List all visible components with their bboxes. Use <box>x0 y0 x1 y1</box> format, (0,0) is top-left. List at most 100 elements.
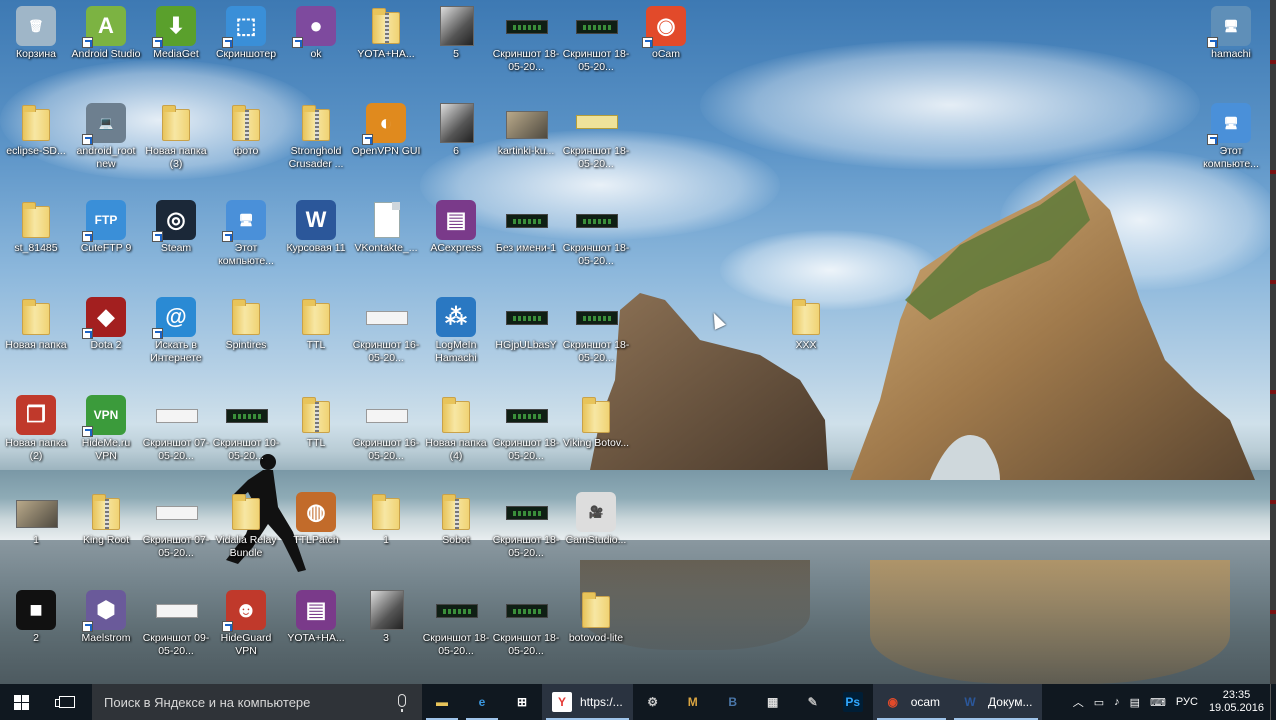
taskbar-app-edge[interactable]: e <box>462 684 502 720</box>
desktop-icon[interactable]: YOTA+HA... <box>350 6 422 61</box>
taskbar-app-word[interactable]: W Докум... <box>950 684 1043 720</box>
desktop-icon[interactable]: 🖥 Этот компьюте... <box>210 200 282 268</box>
desktop-icon[interactable]: Скриншот 18-05-20... <box>560 103 632 171</box>
zip-folder-icon <box>296 103 336 143</box>
volume-icon[interactable]: ♪ <box>1109 696 1125 708</box>
desktop-icon[interactable]: ▤ ACexpress <box>420 200 492 255</box>
desktop-icon[interactable]: 5 <box>420 6 492 61</box>
search-box[interactable]: Поиск в Яндексе и на компьютере <box>92 684 422 720</box>
desktop-icon[interactable]: TTL <box>280 395 352 450</box>
desktop-icon[interactable]: Скриншот 18-05-20... <box>490 6 562 74</box>
desktop-icon[interactable]: VKontakte_... <box>350 200 422 255</box>
desktop-icon[interactable]: Sobot <box>420 492 492 547</box>
desktop-icon[interactable]: ⬚ Скриншотер <box>210 6 282 61</box>
desktop-icon[interactable]: ■ 2 <box>0 590 72 645</box>
desktop-icon[interactable]: 3 <box>350 590 422 645</box>
desktop-icon[interactable]: ❐ Новая папка (2) <box>0 395 72 463</box>
desktop-icon[interactable]: ◆ Dota 2 <box>70 297 142 352</box>
desktop-icon[interactable]: Скриншот 18-05-20... <box>560 297 632 365</box>
taskbar-app-app-misc[interactable]: ✎ <box>793 684 833 720</box>
taskbar-app-photoshop[interactable]: Ps <box>833 684 873 720</box>
desktop-icon[interactable]: ⬢ Maelstrom <box>70 590 142 645</box>
taskbar-app-ocam[interactable]: ◉ ocam <box>872 684 951 720</box>
desktop-icon[interactable]: HGjpULbasY <box>490 297 562 352</box>
taskbar-app-app-gear[interactable]: ⚙ <box>633 684 673 720</box>
desktop-icon[interactable]: Скриншот 18-05-20... <box>490 395 562 463</box>
desktop-icon[interactable]: Скриншот 07-05-20... <box>140 492 212 560</box>
desktop-icon[interactable]: ◐ OpenVPN GUI <box>350 103 422 158</box>
desktop-icon[interactable]: TTL <box>280 297 352 352</box>
desktop-icon[interactable]: Скриншот 09-05-20... <box>140 590 212 658</box>
desktop-icon[interactable]: 🎥 CamStudio... <box>560 492 632 547</box>
desktop-icon-label: Скриншот 18-05-20... <box>492 48 560 73</box>
show-desktop-button[interactable] <box>1270 684 1276 720</box>
desktop-icon[interactable]: A Android Studio <box>70 6 142 61</box>
desktop-icon[interactable]: Скриншот 18-05-20... <box>560 200 632 268</box>
desktop-icon[interactable]: ◍ TTLPatch <box>280 492 352 547</box>
desktop-icon[interactable]: 🖥 hamachi <box>1195 6 1267 61</box>
desktop-icon[interactable]: st_81485 <box>0 200 72 255</box>
taskbar-app-file-explorer[interactable]: ▬ <box>422 684 462 720</box>
desktop-icon[interactable]: XXX <box>770 297 842 352</box>
taskbar-app-calculator[interactable]: ▦ <box>753 684 793 720</box>
action-center-icon[interactable]: ▤ <box>1125 696 1145 709</box>
shortcut-arrow-icon <box>1207 37 1218 48</box>
chevron-up-icon[interactable]: ︿ <box>1068 694 1089 710</box>
taskbar-app-app-m[interactable]: M <box>673 684 713 720</box>
desktop-icon[interactable]: 🖥 Этот компьюте... <box>1195 103 1267 171</box>
desktop-icon[interactable]: Скриншот 10-05-20... <box>210 395 282 463</box>
desktop-icon[interactable]: 1 <box>0 492 72 547</box>
desktop-icon[interactable]: ▤ YOTA+HA... <box>280 590 352 645</box>
desktop-icon[interactable]: Stronghold Crusader ... <box>280 103 352 171</box>
desktop-icon[interactable]: Скриншот 18-05-20... <box>490 590 562 658</box>
desktop-icon[interactable]: @ Искать в Интернете <box>140 297 212 365</box>
desktop-icon[interactable]: 💻 android_root new <box>70 103 142 171</box>
desktop-icon[interactable]: Скриншот 07-05-20... <box>140 395 212 463</box>
desktop-icon[interactable]: Скриншот 16-05-20... <box>350 297 422 365</box>
desktop-icon[interactable]: Без имени-1 <box>490 200 562 255</box>
desktop-icon[interactable]: VPN HideMe.ru VPN <box>70 395 142 463</box>
desktop-icon[interactable]: Скриншот 18-05-20... <box>490 492 562 560</box>
desktop-icon[interactable]: ● ok <box>280 6 352 61</box>
desktop-icon[interactable]: eclipse-SD... <box>0 103 72 158</box>
desktop-icon[interactable]: Spintires <box>210 297 282 352</box>
desktop-icon[interactable]: kartinki-ku... <box>490 103 562 158</box>
desktop-icon[interactable]: ◉ oCam <box>630 6 702 61</box>
desktop-icon[interactable]: King Root <box>70 492 142 547</box>
desktop-icon[interactable]: ◎ Steam <box>140 200 212 255</box>
clock[interactable]: 23:35 19.05.2016 <box>1203 689 1270 715</box>
taskbar-app-yandex-browser[interactable]: Yhttps:/... <box>542 684 633 720</box>
desktop-icon-label: Скриншот 07-05-20... <box>142 534 210 559</box>
desktop-icon[interactable]: Новая папка (3) <box>140 103 212 171</box>
shortcut-arrow-icon <box>82 426 93 437</box>
desktop-icon[interactable]: FTP CuteFTP 9 <box>70 200 142 255</box>
taskbar-app-vk[interactable]: B <box>713 684 753 720</box>
keyboard-icon[interactable]: ⌨ <box>1145 696 1171 709</box>
desktop-icon[interactable]: ⁂ LogMeIn Hamachi <box>420 297 492 365</box>
desktop-icon[interactable]: Скриншот 18-05-20... <box>560 6 632 74</box>
desktop-icon-label: LogMeIn Hamachi <box>435 339 477 364</box>
desktop-icon[interactable]: 1 <box>350 492 422 547</box>
desktop-icon[interactable]: Новая папка (4) <box>420 395 492 463</box>
taskbar-app-store[interactable]: ⊞ <box>502 684 542 720</box>
desktop-icon[interactable]: Скриншот 16-05-20... <box>350 395 422 463</box>
desktop-icon[interactable]: botovod-lite <box>560 590 632 645</box>
desktop-icon[interactable]: ☻ HideGuard VPN <box>210 590 282 658</box>
task-view-button[interactable] <box>42 684 92 720</box>
language-indicator[interactable]: РУС <box>1171 696 1203 708</box>
desktop-icon[interactable]: 🗑 Корзина <box>0 6 72 61</box>
start-button[interactable] <box>0 684 42 720</box>
desktop-icon-label: botovod-lite <box>568 632 624 644</box>
shortcut-arrow-icon <box>82 328 93 339</box>
desktop-icon[interactable]: 6 <box>420 103 492 158</box>
desktop-icon[interactable]: Viking Botov... <box>560 395 632 450</box>
mediaget-icon: ⬇ <box>152 6 196 48</box>
desktop-icon[interactable]: фото <box>210 103 282 158</box>
desktop-icon[interactable]: Vidalia Relay Bundle <box>210 492 282 560</box>
desktop-icon[interactable]: W Курсовая 11 <box>280 200 352 255</box>
microphone-icon[interactable] <box>398 694 406 712</box>
desktop-icon[interactable]: Новая папка <box>0 297 72 352</box>
network-icon[interactable]: ▭ <box>1089 696 1109 709</box>
desktop-icon[interactable]: Скриншот 18-05-20... <box>420 590 492 658</box>
desktop-icon[interactable]: ⬇ MediaGet <box>140 6 212 61</box>
